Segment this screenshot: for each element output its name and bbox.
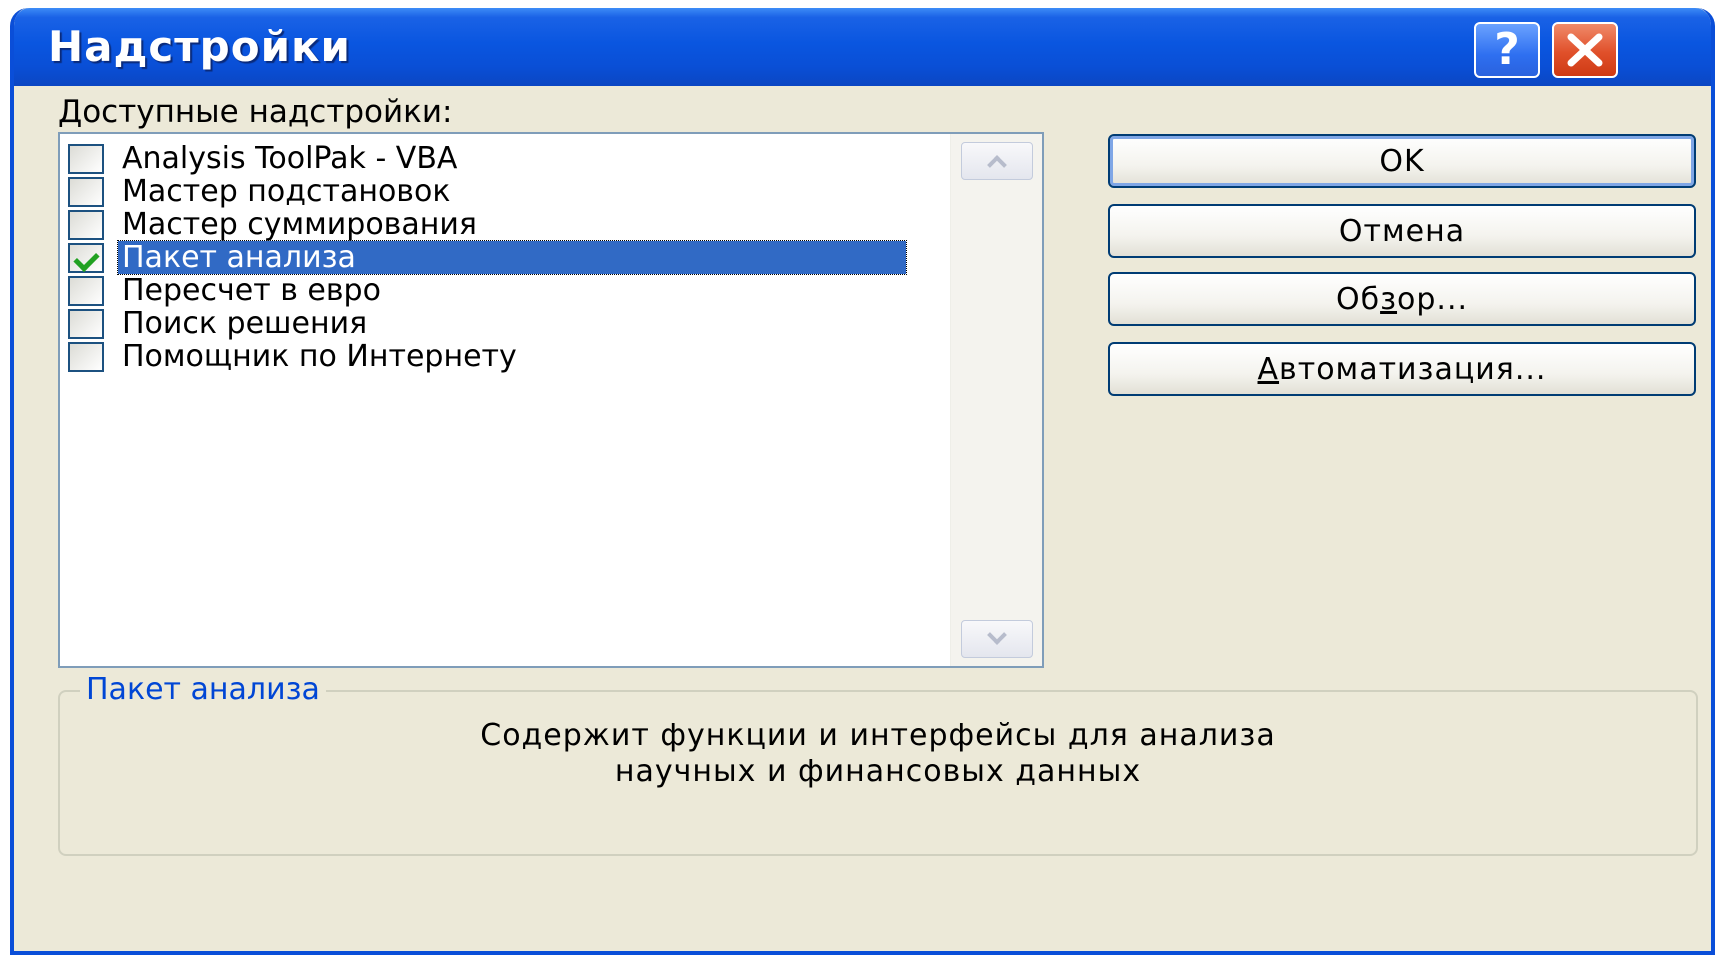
description-groupbox: Пакет анализа Содержит функции и интерфе… (58, 672, 1698, 856)
list-item[interactable]: Поиск решения (68, 307, 928, 340)
addin-label[interactable]: Мастер подстановок (118, 175, 454, 208)
scroll-down-button[interactable] (961, 620, 1033, 658)
addin-checkbox[interactable] (68, 341, 104, 372)
description-line-2: научных и финансовых данных (614, 754, 1142, 789)
addin-label[interactable]: Analysis ToolPak - VBA (118, 142, 461, 175)
dialog-title: Надстройки (48, 22, 351, 71)
list-item-selected[interactable]: Пакет анализа (68, 240, 928, 275)
close-button[interactable] (1552, 22, 1618, 78)
addin-label[interactable]: Пересчет в евро (118, 274, 385, 307)
help-button[interactable]: ? (1474, 22, 1540, 78)
scroll-up-button[interactable] (961, 142, 1033, 180)
list-item[interactable]: Мастер суммирования (68, 208, 928, 241)
addin-checkbox[interactable] (68, 308, 104, 339)
ok-button[interactable]: OK (1108, 134, 1696, 188)
list-item[interactable]: Пересчет в евро (68, 274, 928, 307)
addins-listbox[interactable]: Analysis ToolPak - VBA Мастер подстаново… (58, 132, 1044, 668)
addins-dialog: Надстройки ? Доступные надстройки: Analy… (10, 8, 1715, 955)
addin-checkbox[interactable] (68, 176, 104, 207)
close-icon (1567, 33, 1603, 67)
addin-checkbox[interactable] (68, 275, 104, 306)
description-title: Пакет анализа (80, 672, 326, 707)
addin-checkbox[interactable] (68, 143, 104, 174)
addin-label[interactable]: Мастер суммирования (118, 208, 481, 241)
description-text: Содержит функции и интерфейсы для анализ… (60, 718, 1696, 790)
description-line-1: Содержит функции и интерфейсы для анализ… (480, 718, 1276, 753)
list-item[interactable]: Помощник по Интернету (68, 340, 928, 373)
automation-button[interactable]: Автоматизация... (1108, 342, 1696, 396)
addin-checkbox-checked[interactable] (68, 242, 104, 273)
browse-button[interactable]: Об з ор... (1108, 272, 1696, 326)
chevron-up-icon (987, 155, 1007, 175)
list-item[interactable]: Analysis ToolPak - VBA (68, 142, 928, 175)
addin-checkbox[interactable] (68, 209, 104, 240)
vertical-scrollbar[interactable] (950, 134, 1042, 666)
help-icon: ? (1494, 24, 1520, 75)
available-addins-label: Доступные надстройки: (58, 94, 453, 130)
list-item[interactable]: Мастер подстановок (68, 175, 928, 208)
chevron-down-icon (987, 625, 1007, 645)
addin-label[interactable]: Пакет анализа (117, 240, 907, 275)
addin-label[interactable]: Помощник по Интернету (118, 340, 521, 373)
addin-label[interactable]: Поиск решения (118, 307, 371, 340)
cancel-button[interactable]: Отмена (1108, 204, 1696, 258)
title-bar[interactable]: Надстройки ? (14, 8, 1711, 86)
